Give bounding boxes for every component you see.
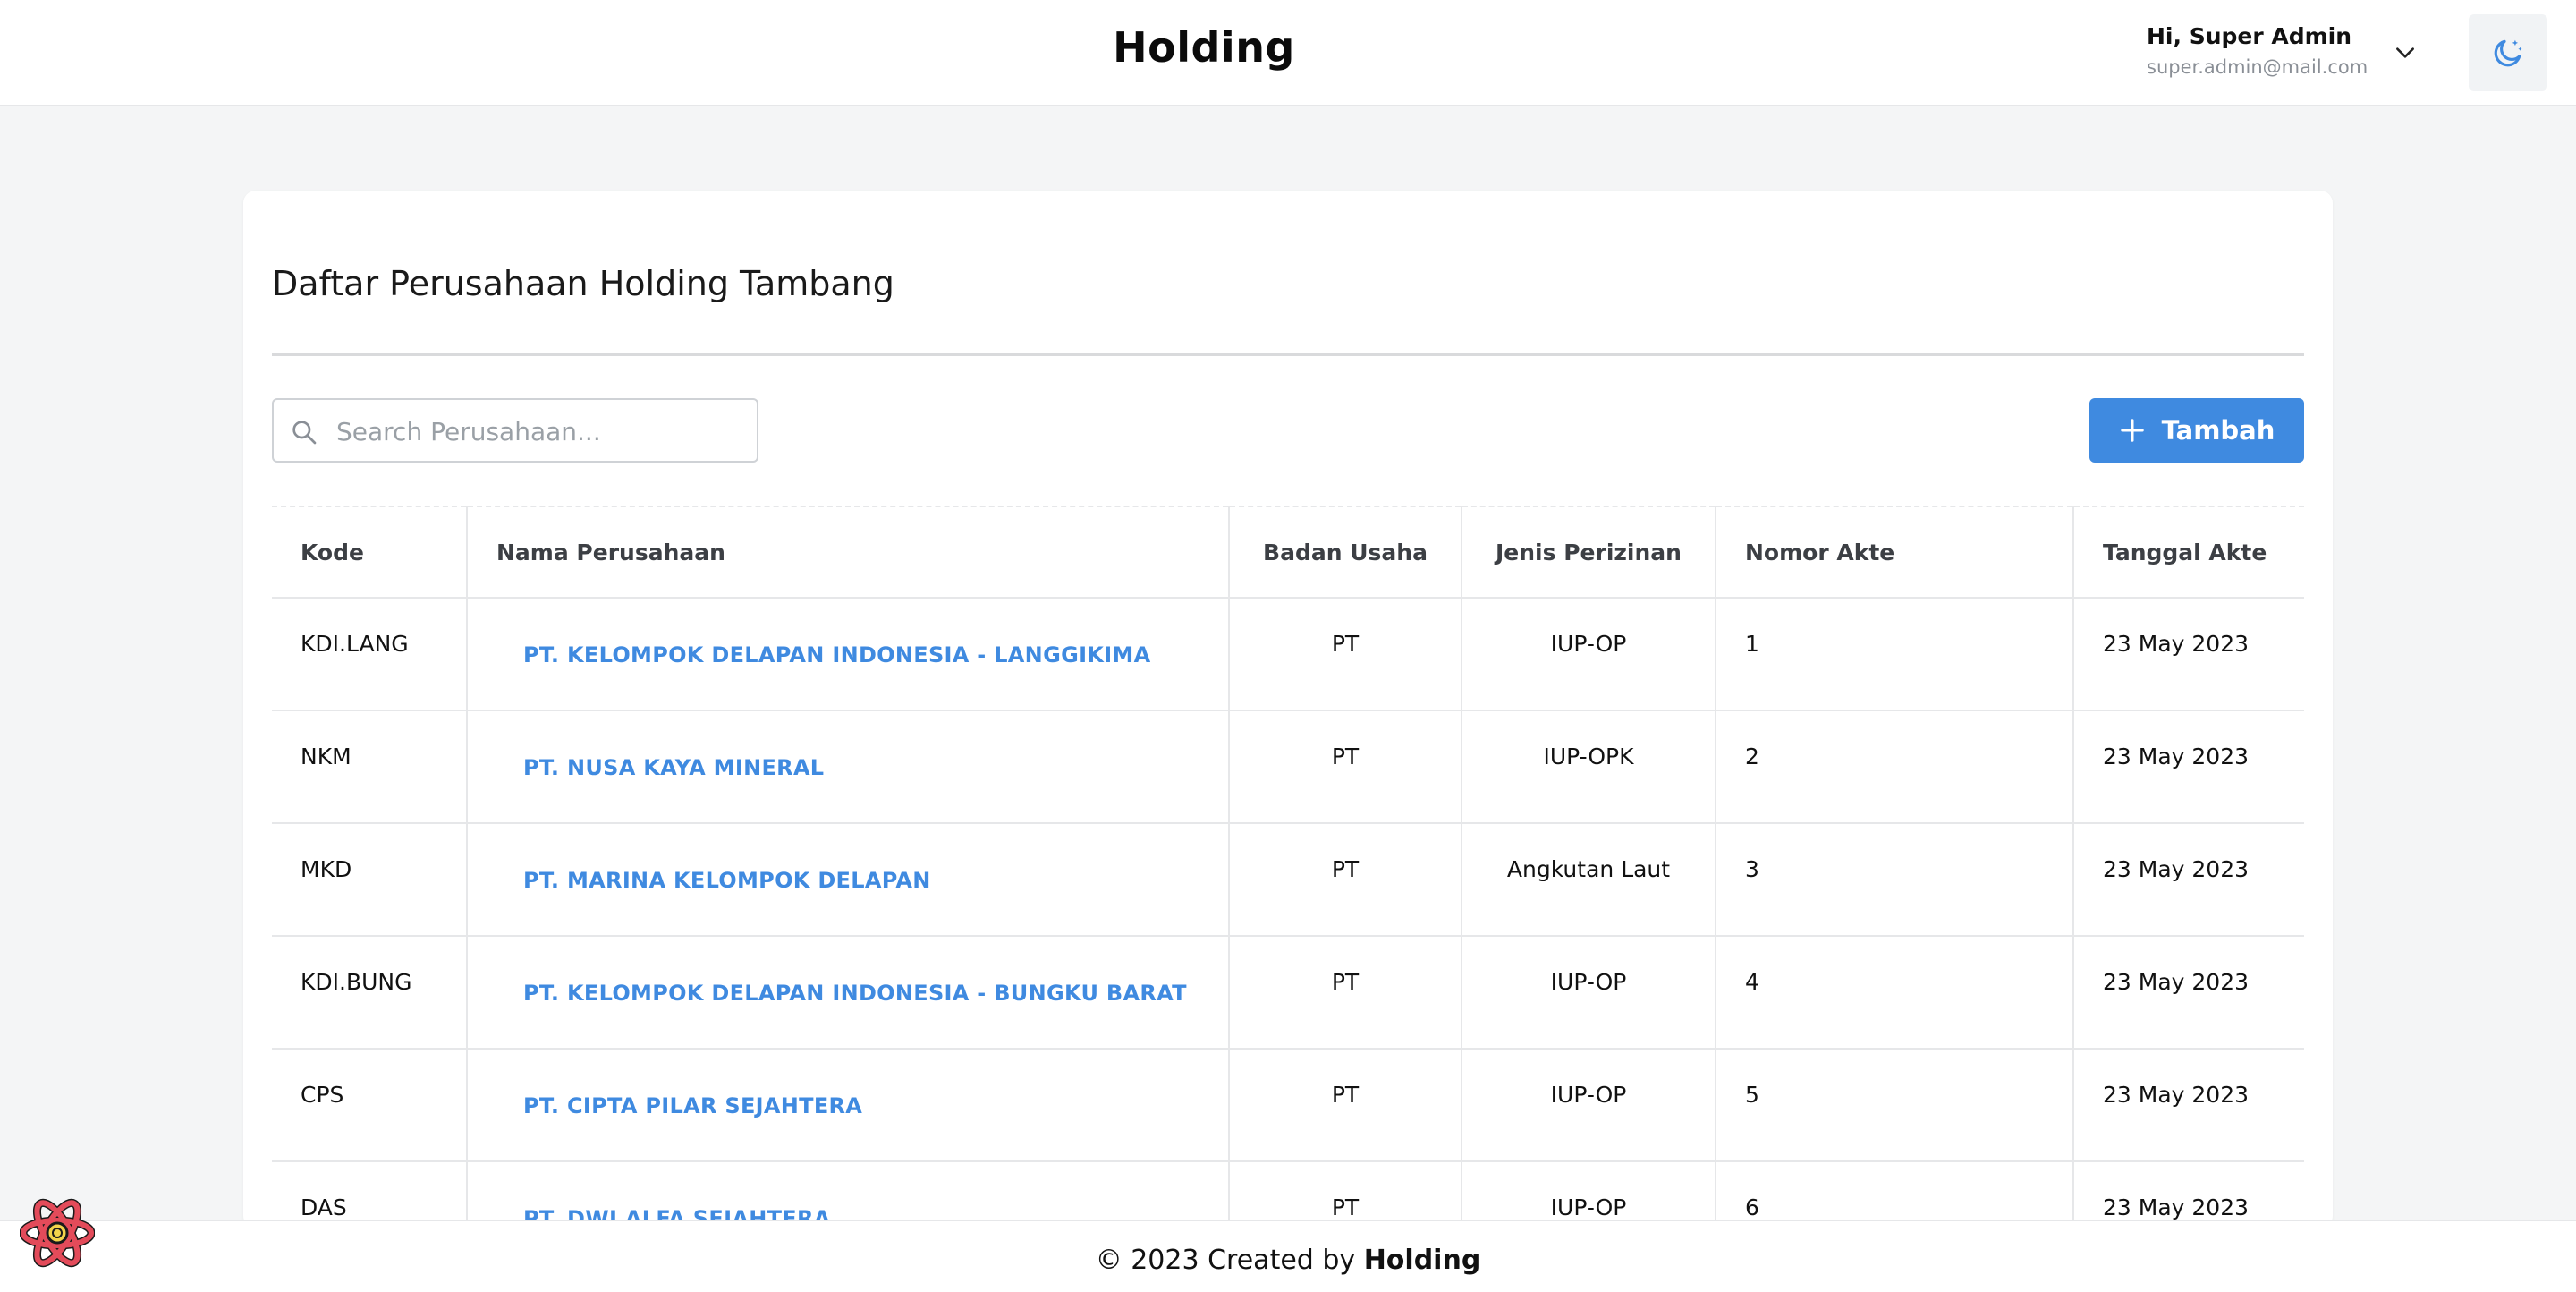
table-row: KDI.BUNG PT. KELOMPOK DELAPAN INDONESIA … (272, 936, 2304, 1050)
col-header-jenis[interactable]: Jenis Perizinan (1462, 506, 1716, 599)
company-list-card: Daftar Perusahaan Holding Tambang Tambah (243, 191, 2333, 1228)
cell-kode: MKD (272, 823, 468, 937)
cell-kode: KDI.LANG (272, 598, 468, 711)
cell-nomor: 6 (1716, 1161, 2074, 1228)
cell-nomor: 4 (1716, 936, 2074, 1050)
footer-brand: Holding (1363, 1245, 1481, 1276)
page-title: Daftar Perusahaan Holding Tambang (272, 264, 894, 303)
theme-toggle-button[interactable] (2469, 14, 2547, 91)
user-greeting: Hi, Super Admin (2147, 23, 2352, 49)
cell-jenis: IUP-OP (1462, 936, 1716, 1050)
cell-kode: CPS (272, 1049, 468, 1162)
cell-jenis: Angkutan Laut (1462, 823, 1716, 937)
cell-kode: KDI.BUNG (272, 936, 468, 1050)
cell-nomor: 3 (1716, 823, 2074, 937)
top-header: Holding Hi, Super Admin super.admin@mail… (0, 0, 2576, 106)
cell-tanggal: 23 May 2023 (2073, 823, 2304, 937)
react-devtools-icon[interactable] (20, 1195, 95, 1271)
table-row: DAS PT. DWI ALFA SEJAHTERA PT IUP-OP 6 2… (272, 1161, 2304, 1228)
cell-badan: PT (1229, 936, 1462, 1050)
cell-jenis: IUP-OP (1462, 1049, 1716, 1162)
cell-jenis: IUP-OPK (1462, 710, 1716, 824)
footer-copyright: © 2023 Created by (1095, 1245, 1364, 1276)
user-email: super.admin@mail.com (2147, 56, 2368, 78)
col-header-kode[interactable]: Kode (272, 506, 468, 599)
company-link[interactable]: PT. KELOMPOK DELAPAN INDONESIA - BUNGKU … (523, 981, 1187, 1006)
search-icon (292, 421, 317, 445)
cell-nomor: 5 (1716, 1049, 2074, 1162)
col-header-nama[interactable]: Nama Perusahaan (467, 506, 1230, 599)
cell-tanggal: 23 May 2023 (2073, 936, 2304, 1050)
table-header-row: Kode Nama Perusahaan Badan Usaha Jenis P… (272, 506, 2304, 599)
company-table-wrapper: Kode Nama Perusahaan Badan Usaha Jenis P… (272, 506, 2304, 1228)
cell-jenis: IUP-OP (1462, 1161, 1716, 1228)
cell-badan: PT (1229, 710, 1462, 824)
table-row: MKD PT. MARINA KELOMPOK DELAPAN PT Angku… (272, 823, 2304, 937)
add-button-label: Tambah (2161, 415, 2275, 446)
col-header-tanggal[interactable]: Tanggal Akte (2073, 506, 2304, 599)
cell-nomor: 2 (1716, 710, 2074, 824)
cell-tanggal: 23 May 2023 (2073, 1161, 2304, 1228)
cell-jenis: IUP-OP (1462, 598, 1716, 711)
col-header-badan[interactable]: Badan Usaha (1229, 506, 1462, 599)
chevron-down-icon[interactable] (2394, 41, 2417, 64)
cell-badan: PT (1229, 1161, 1462, 1228)
company-link[interactable]: PT. MARINA KELOMPOK DELAPAN (523, 868, 931, 893)
col-header-nomor[interactable]: Nomor Akte (1716, 506, 2074, 599)
plus-icon (2120, 419, 2144, 442)
cell-tanggal: 23 May 2023 (2073, 598, 2304, 711)
company-link[interactable]: PT. NUSA KAYA MINERAL (523, 755, 824, 780)
page-footer: © 2023 Created by Holding (0, 1220, 2576, 1292)
table-row: CPS PT. CIPTA PILAR SEJAHTERA PT IUP-OP … (272, 1049, 2304, 1162)
title-divider (272, 353, 2304, 356)
company-link[interactable]: PT. CIPTA PILAR SEJAHTERA (523, 1093, 862, 1118)
table-row: KDI.LANG PT. KELOMPOK DELAPAN INDONESIA … (272, 598, 2304, 711)
search-input[interactable] (336, 411, 739, 452)
cell-badan: PT (1229, 598, 1462, 711)
cell-tanggal: 23 May 2023 (2073, 710, 2304, 824)
cell-nomor: 1 (1716, 598, 2074, 711)
moon-icon (2494, 39, 2522, 67)
search-box (272, 398, 758, 463)
company-link[interactable]: PT. KELOMPOK DELAPAN INDONESIA - LANGGIK… (523, 642, 1150, 667)
company-table: Kode Nama Perusahaan Badan Usaha Jenis P… (272, 506, 2304, 1228)
cell-badan: PT (1229, 1049, 1462, 1162)
app-title: Holding (1113, 23, 1295, 72)
cell-tanggal: 23 May 2023 (2073, 1049, 2304, 1162)
user-menu[interactable]: Hi, Super Admin super.admin@mail.com (2147, 23, 2368, 78)
cell-kode: DAS (272, 1161, 468, 1228)
add-company-button[interactable]: Tambah (2089, 398, 2304, 463)
cell-kode: NKM (272, 710, 468, 824)
table-row: NKM PT. NUSA KAYA MINERAL PT IUP-OPK 2 2… (272, 710, 2304, 824)
cell-badan: PT (1229, 823, 1462, 937)
